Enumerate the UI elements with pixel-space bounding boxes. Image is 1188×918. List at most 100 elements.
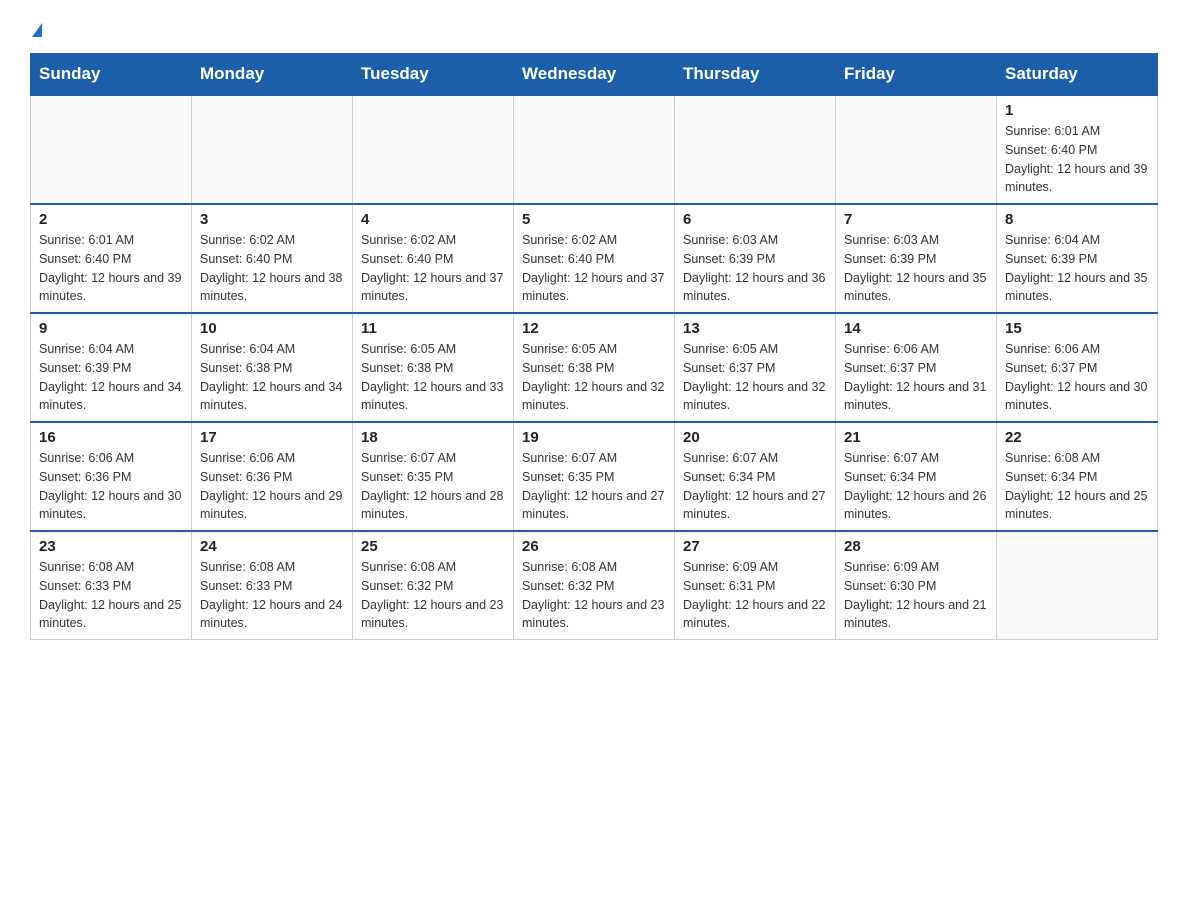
calendar-cell: 24 Sunrise: 6:08 AM Sunset: 6:33 PM Dayli…: [192, 531, 353, 640]
calendar-row-4: 16 Sunrise: 6:06 AM Sunset: 6:36 PM Dayli…: [31, 422, 1158, 531]
day-number: 8: [1005, 211, 1149, 228]
calendar-cell: 22 Sunrise: 6:08 AM Sunset: 6:34 PM Dayli…: [997, 422, 1158, 531]
day-number: 16: [39, 429, 183, 446]
calendar-cell: [353, 95, 514, 204]
header-saturday: Saturday: [997, 54, 1158, 96]
day-info: Sunrise: 6:04 AM Sunset: 6:39 PM Dayligh…: [1005, 231, 1149, 306]
header-wednesday: Wednesday: [514, 54, 675, 96]
calendar-cell: 7Sunrise: 6:03 AM Sunset: 6:39 PM Daylig…: [836, 204, 997, 313]
day-number: 11: [361, 320, 505, 337]
day-number: 22: [1005, 429, 1149, 446]
calendar-cell: 25 Sunrise: 6:08 AM Sunset: 6:32 PM Dayli…: [353, 531, 514, 640]
header-row: SundayMondayTuesdayWednesdayThursdayFrid…: [31, 54, 1158, 96]
day-info: Sunrise: 6:04 AM Sunset: 6:38 PM Dayligh…: [200, 340, 344, 415]
day-info: Sunrise: 6:06 AM Sunset: 6:36 PM Dayligh…: [200, 449, 344, 524]
calendar-cell: 12Sunrise: 6:05 AM Sunset: 6:38 PM Dayli…: [514, 313, 675, 422]
day-info: Sunrise: 6:08 AM Sunset: 6:34 PM Dayligh…: [1005, 449, 1149, 524]
calendar-cell: [675, 95, 836, 204]
day-info: Sunrise: 6:02 AM Sunset: 6:40 PM Dayligh…: [522, 231, 666, 306]
calendar-cell: 2Sunrise: 6:01 AM Sunset: 6:40 PM Daylig…: [31, 204, 192, 313]
day-info: Sunrise: 6:06 AM Sunset: 6:37 PM Dayligh…: [844, 340, 988, 415]
calendar-cell: [31, 95, 192, 204]
calendar-cell: 6 Sunrise: 6:03 AM Sunset: 6:39 PM Daylig…: [675, 204, 836, 313]
calendar-cell: 16 Sunrise: 6:06 AM Sunset: 6:36 PM Dayli…: [31, 422, 192, 531]
calendar-cell: 9 Sunrise: 6:04 AM Sunset: 6:39 PM Daylig…: [31, 313, 192, 422]
calendar-row-1: 1 Sunrise: 6:01 AM Sunset: 6:40 PM Daylig…: [31, 95, 1158, 204]
calendar-cell: [192, 95, 353, 204]
day-info: Sunrise: 6:05 AM Sunset: 6:38 PM Dayligh…: [361, 340, 505, 415]
day-info: Sunrise: 6:09 AM Sunset: 6:30 PM Dayligh…: [844, 558, 988, 633]
header-friday: Friday: [836, 54, 997, 96]
calendar-cell: 20Sunrise: 6:07 AM Sunset: 6:34 PM Dayli…: [675, 422, 836, 531]
day-number: 23: [39, 538, 183, 555]
day-number: 17: [200, 429, 344, 446]
day-info: Sunrise: 6:04 AM Sunset: 6:39 PM Dayligh…: [39, 340, 183, 415]
calendar-cell: 8 Sunrise: 6:04 AM Sunset: 6:39 PM Daylig…: [997, 204, 1158, 313]
day-number: 21: [844, 429, 988, 446]
calendar-cell: [514, 95, 675, 204]
day-number: 13: [683, 320, 827, 337]
page-header: [30, 20, 1158, 39]
calendar-cell: 17 Sunrise: 6:06 AM Sunset: 6:36 PM Dayli…: [192, 422, 353, 531]
calendar-cell: 19 Sunrise: 6:07 AM Sunset: 6:35 PM Dayli…: [514, 422, 675, 531]
day-number: 4: [361, 211, 505, 228]
day-number: 15: [1005, 320, 1149, 337]
calendar-cell: 4 Sunrise: 6:02 AM Sunset: 6:40 PM Daylig…: [353, 204, 514, 313]
day-info: Sunrise: 6:01 AM Sunset: 6:40 PM Dayligh…: [1005, 122, 1149, 197]
day-info: Sunrise: 6:02 AM Sunset: 6:40 PM Dayligh…: [200, 231, 344, 306]
day-number: 6: [683, 211, 827, 228]
logo: [30, 20, 42, 39]
calendar-cell: 14 Sunrise: 6:06 AM Sunset: 6:37 PM Dayli…: [836, 313, 997, 422]
day-number: 3: [200, 211, 344, 228]
day-info: Sunrise: 6:08 AM Sunset: 6:33 PM Dayligh…: [39, 558, 183, 633]
day-number: 9: [39, 320, 183, 337]
calendar-cell: [836, 95, 997, 204]
day-info: Sunrise: 6:08 AM Sunset: 6:33 PM Dayligh…: [200, 558, 344, 633]
day-info: Sunrise: 6:06 AM Sunset: 6:36 PM Dayligh…: [39, 449, 183, 524]
day-number: 19: [522, 429, 666, 446]
day-number: 25: [361, 538, 505, 555]
day-info: Sunrise: 6:03 AM Sunset: 6:39 PM Dayligh…: [683, 231, 827, 306]
day-info: Sunrise: 6:08 AM Sunset: 6:32 PM Dayligh…: [361, 558, 505, 633]
day-number: 18: [361, 429, 505, 446]
day-info: Sunrise: 6:05 AM Sunset: 6:38 PM Dayligh…: [522, 340, 666, 415]
calendar-row-3: 9 Sunrise: 6:04 AM Sunset: 6:39 PM Daylig…: [31, 313, 1158, 422]
calendar-table: SundayMondayTuesdayWednesdayThursdayFrid…: [30, 53, 1158, 640]
day-info: Sunrise: 6:08 AM Sunset: 6:32 PM Dayligh…: [522, 558, 666, 633]
day-number: 5: [522, 211, 666, 228]
day-info: Sunrise: 6:09 AM Sunset: 6:31 PM Dayligh…: [683, 558, 827, 633]
day-number: 2: [39, 211, 183, 228]
header-monday: Monday: [192, 54, 353, 96]
day-info: Sunrise: 6:06 AM Sunset: 6:37 PM Dayligh…: [1005, 340, 1149, 415]
calendar-cell: 26 Sunrise: 6:08 AM Sunset: 6:32 PM Dayli…: [514, 531, 675, 640]
day-number: 20: [683, 429, 827, 446]
calendar-cell: 27 Sunrise: 6:09 AM Sunset: 6:31 PM Dayli…: [675, 531, 836, 640]
calendar-cell: 5 Sunrise: 6:02 AM Sunset: 6:40 PM Daylig…: [514, 204, 675, 313]
calendar-row-2: 2Sunrise: 6:01 AM Sunset: 6:40 PM Daylig…: [31, 204, 1158, 313]
calendar-cell: 21Sunrise: 6:07 AM Sunset: 6:34 PM Dayli…: [836, 422, 997, 531]
calendar-cell: [997, 531, 1158, 640]
day-number: 10: [200, 320, 344, 337]
calendar-row-5: 23 Sunrise: 6:08 AM Sunset: 6:33 PM Dayli…: [31, 531, 1158, 640]
day-number: 27: [683, 538, 827, 555]
day-info: Sunrise: 6:05 AM Sunset: 6:37 PM Dayligh…: [683, 340, 827, 415]
day-info: Sunrise: 6:07 AM Sunset: 6:35 PM Dayligh…: [361, 449, 505, 524]
calendar-cell: 10 Sunrise: 6:04 AM Sunset: 6:38 PM Dayli…: [192, 313, 353, 422]
day-info: Sunrise: 6:02 AM Sunset: 6:40 PM Dayligh…: [361, 231, 505, 306]
day-number: 1: [1005, 102, 1149, 119]
day-info: Sunrise: 6:07 AM Sunset: 6:35 PM Dayligh…: [522, 449, 666, 524]
day-number: 24: [200, 538, 344, 555]
day-number: 7: [844, 211, 988, 228]
day-number: 28: [844, 538, 988, 555]
day-number: 14: [844, 320, 988, 337]
calendar-cell: 15 Sunrise: 6:06 AM Sunset: 6:37 PM Dayli…: [997, 313, 1158, 422]
logo-triangle-icon: [32, 23, 42, 37]
calendar-cell: 13 Sunrise: 6:05 AM Sunset: 6:37 PM Dayli…: [675, 313, 836, 422]
calendar-cell: 18 Sunrise: 6:07 AM Sunset: 6:35 PM Dayli…: [353, 422, 514, 531]
day-number: 26: [522, 538, 666, 555]
calendar-body: 1 Sunrise: 6:01 AM Sunset: 6:40 PM Daylig…: [31, 95, 1158, 640]
calendar-cell: 11 Sunrise: 6:05 AM Sunset: 6:38 PM Dayli…: [353, 313, 514, 422]
header-sunday: Sunday: [31, 54, 192, 96]
calendar-cell: 23 Sunrise: 6:08 AM Sunset: 6:33 PM Dayli…: [31, 531, 192, 640]
calendar-cell: 28 Sunrise: 6:09 AM Sunset: 6:30 PM Dayli…: [836, 531, 997, 640]
